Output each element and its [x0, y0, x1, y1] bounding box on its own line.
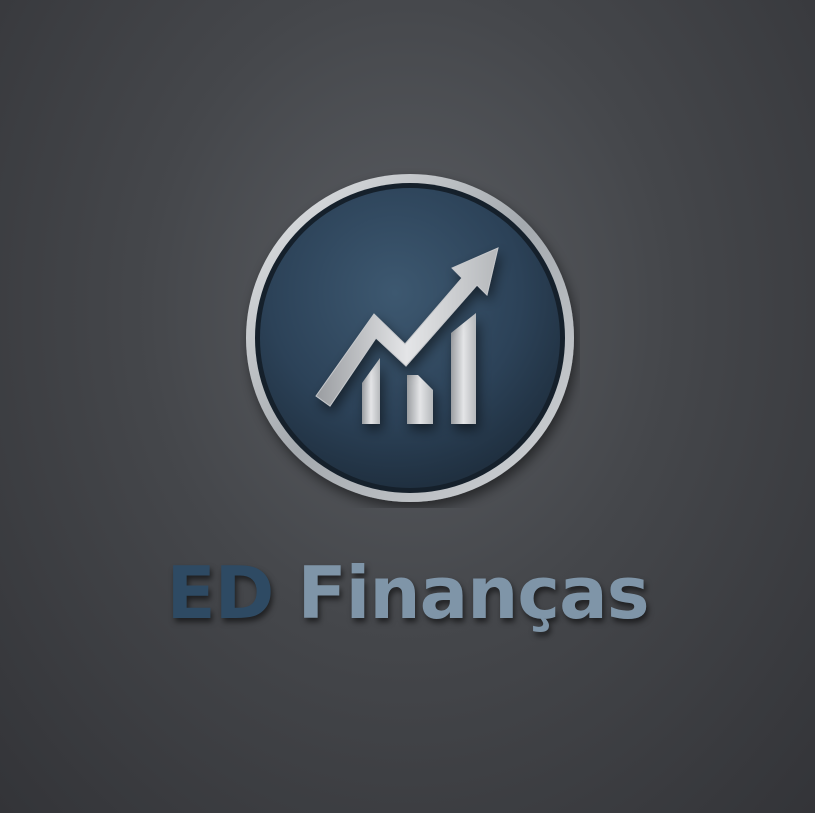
growth-chart-arrow-icon — [246, 174, 574, 502]
brand-wordmark: ED Finanças — [0, 548, 815, 638]
brand-name-word: Finanças — [297, 551, 649, 635]
logo-emblem — [240, 168, 580, 508]
brand-name-initials: ED — [166, 551, 274, 635]
